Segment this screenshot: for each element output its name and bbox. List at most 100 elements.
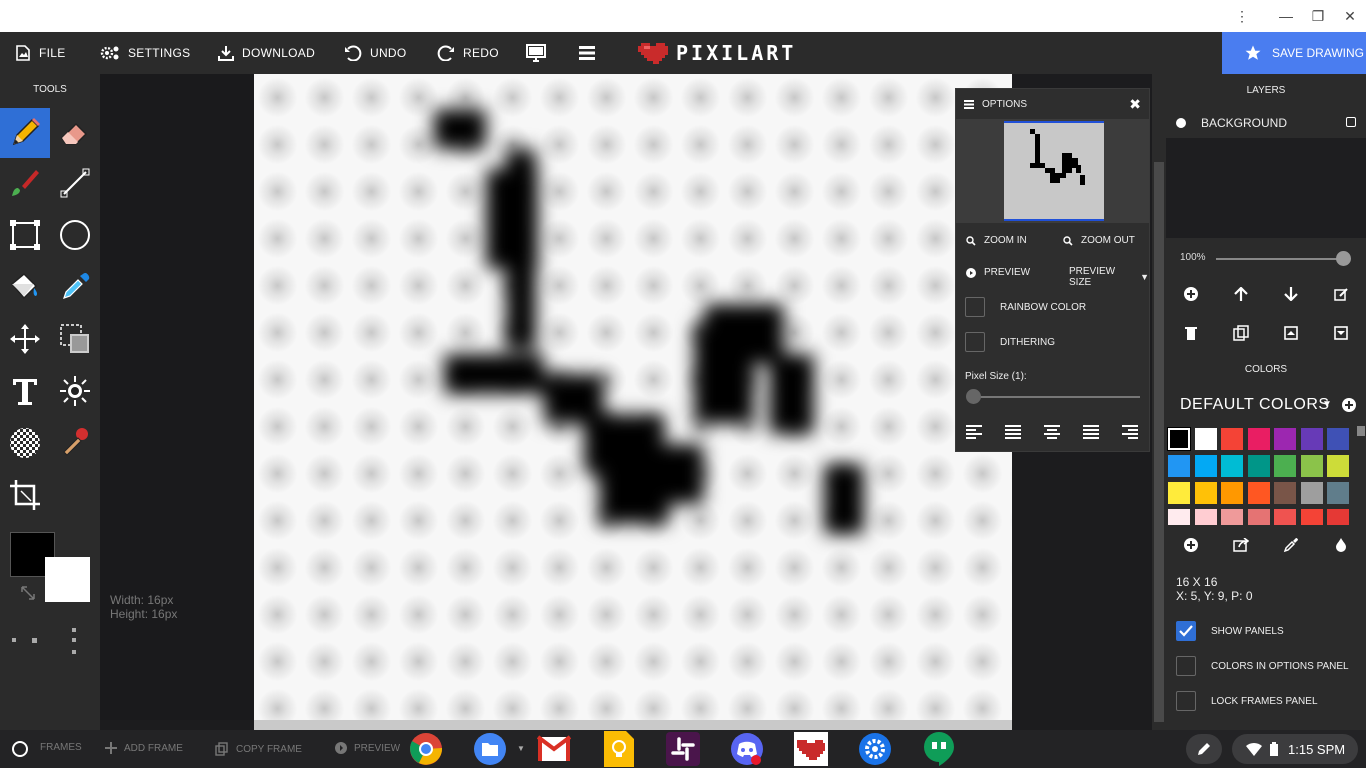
select-tool[interactable] xyxy=(50,314,100,364)
vertical-dots-icon[interactable]: ⋮ xyxy=(1232,6,1252,26)
color-swatch[interactable] xyxy=(1300,509,1323,525)
color-swatch[interactable] xyxy=(1300,455,1323,477)
menu-button[interactable] xyxy=(579,32,603,74)
pixilart-logo[interactable]: PIXILART xyxy=(638,40,796,66)
save-drawing-button[interactable]: SAVE DRAWING xyxy=(1222,32,1366,74)
edit-layer-icon[interactable] xyxy=(1331,284,1351,304)
zoom-in-button[interactable]: ZOOM IN xyxy=(966,235,1027,246)
delete-layer-icon[interactable] xyxy=(1181,323,1201,343)
color-swatch[interactable] xyxy=(1327,455,1349,477)
preview-size-dropdown[interactable]: PREVIEW SIZE ▼ xyxy=(1069,266,1149,288)
display-button[interactable] xyxy=(526,32,554,74)
color-swatch[interactable] xyxy=(1247,482,1270,504)
eyedropper-icon[interactable] xyxy=(1281,535,1301,555)
ellipse-tool[interactable] xyxy=(50,210,100,260)
palette-scrollbar-thumb[interactable] xyxy=(1357,426,1365,436)
palette-name[interactable]: DEFAULT COLORS xyxy=(1180,396,1330,414)
settings-button[interactable]: SETTINGS xyxy=(100,32,190,74)
pencil-tool[interactable] xyxy=(0,108,50,158)
hangouts-icon[interactable] xyxy=(920,730,958,768)
drawing-canvas[interactable] xyxy=(254,74,1012,720)
show-panels-checkbox[interactable] xyxy=(1176,621,1196,641)
move-layer-up-icon[interactable] xyxy=(1231,284,1251,304)
color-swatch[interactable] xyxy=(1194,455,1217,477)
color-swatch[interactable] xyxy=(1168,482,1190,504)
color-swatch[interactable] xyxy=(1194,428,1217,450)
zoom-out-button[interactable]: ZOOM OUT xyxy=(1063,235,1135,246)
color-swatch[interactable] xyxy=(1300,482,1323,504)
dither-tool[interactable] xyxy=(0,418,50,468)
align-left-icon[interactable] xyxy=(966,425,982,439)
share-palette-icon[interactable] xyxy=(1231,535,1251,555)
color-swatch[interactable] xyxy=(1300,428,1323,450)
color-swatch[interactable] xyxy=(1247,509,1270,525)
system-tray[interactable]: 1:15 SPM xyxy=(1232,734,1358,764)
scrollbar-thumb[interactable] xyxy=(1154,162,1164,722)
secondary-color-swatch[interactable] xyxy=(45,557,90,602)
settings-icon[interactable] xyxy=(856,730,894,768)
gmail-icon[interactable] xyxy=(535,730,573,768)
add-palette-icon[interactable] xyxy=(1339,395,1359,415)
color-swatch[interactable] xyxy=(1167,427,1191,451)
move-tool[interactable] xyxy=(0,314,50,364)
color-swatch[interactable] xyxy=(1168,455,1190,477)
canvas-horizontal-scrollbar[interactable] xyxy=(254,720,1012,730)
fill-tool[interactable] xyxy=(0,262,50,312)
rectangle-tool[interactable] xyxy=(0,210,50,260)
layer-row-background[interactable]: BACKGROUND xyxy=(1166,108,1366,138)
color-swatch[interactable] xyxy=(1221,482,1243,504)
align-right-icon[interactable] xyxy=(1122,425,1138,439)
text-tool[interactable] xyxy=(0,366,50,416)
color-swatch[interactable] xyxy=(1274,482,1296,504)
brush-tool[interactable] xyxy=(0,158,50,208)
line-tool[interactable] xyxy=(50,158,100,208)
close-icon[interactable]: ✖ xyxy=(1129,96,1141,113)
add-color-icon[interactable] xyxy=(1181,535,1201,555)
align-center-icon[interactable] xyxy=(1044,425,1060,439)
color-swatch[interactable] xyxy=(1274,509,1296,525)
color-swatch[interactable] xyxy=(1221,428,1243,450)
palette-scrollbar[interactable] xyxy=(1356,426,1366,526)
move-layer-down-icon[interactable] xyxy=(1281,284,1301,304)
color-swatch[interactable] xyxy=(1221,509,1243,525)
layer-opacity-slider-track[interactable] xyxy=(1216,258,1344,260)
minimize-icon[interactable]: — xyxy=(1276,6,1296,26)
launcher-icon[interactable] xyxy=(12,741,28,757)
lock-frames-option[interactable]: LOCK FRAMES PANEL xyxy=(1176,691,1318,711)
duplicate-layer-icon[interactable] xyxy=(1231,323,1251,343)
lock-frames-checkbox[interactable] xyxy=(1176,691,1196,711)
colors-in-options-checkbox[interactable] xyxy=(1176,656,1196,676)
keep-icon[interactable] xyxy=(600,730,638,768)
pixel-size-slider-knob[interactable] xyxy=(966,389,981,404)
layer-visibility-icon[interactable] xyxy=(1176,118,1186,128)
redo-button[interactable]: REDO xyxy=(437,32,499,74)
lighten-tool[interactable] xyxy=(50,366,100,416)
layer-checkbox[interactable] xyxy=(1346,117,1356,127)
chrome-icon[interactable] xyxy=(407,730,445,768)
dithering-checkbox[interactable] xyxy=(965,332,985,352)
color-swatch[interactable] xyxy=(1274,455,1296,477)
color-swatch[interactable] xyxy=(1247,428,1270,450)
add-layer-icon[interactable] xyxy=(1181,284,1201,304)
align-justify-icon[interactable] xyxy=(1005,425,1021,439)
color-swatch[interactable] xyxy=(1327,482,1349,504)
stamp-tool[interactable] xyxy=(50,418,100,468)
color-swatch[interactable] xyxy=(1194,482,1217,504)
dithering-option[interactable]: DITHERING xyxy=(965,332,1055,352)
eraser-tool[interactable] xyxy=(50,108,100,158)
discord-icon[interactable] xyxy=(728,730,766,768)
colors-in-options-option[interactable]: COLORS IN OPTIONS PANEL xyxy=(1176,656,1349,676)
restore-icon[interactable]: ❐ xyxy=(1308,6,1328,26)
color-swatch[interactable] xyxy=(1274,428,1296,450)
merge-up-icon[interactable] xyxy=(1281,323,1301,343)
caret-down-icon[interactable]: ▼ xyxy=(1322,399,1332,410)
color-swatch[interactable] xyxy=(1194,509,1217,525)
add-frame-button[interactable]: ADD FRAME xyxy=(105,742,183,754)
rainbow-color-option[interactable]: RAINBOW COLOR xyxy=(965,297,1086,317)
frames-button[interactable]: FRAMES xyxy=(40,742,82,753)
undo-button[interactable]: UNDO xyxy=(344,32,407,74)
options-header[interactable]: OPTIONS xyxy=(956,89,1149,119)
pixilart-icon[interactable] xyxy=(792,730,830,768)
color-swatch[interactable] xyxy=(1327,509,1349,525)
pixel-size-dots-icon[interactable] xyxy=(10,626,85,660)
